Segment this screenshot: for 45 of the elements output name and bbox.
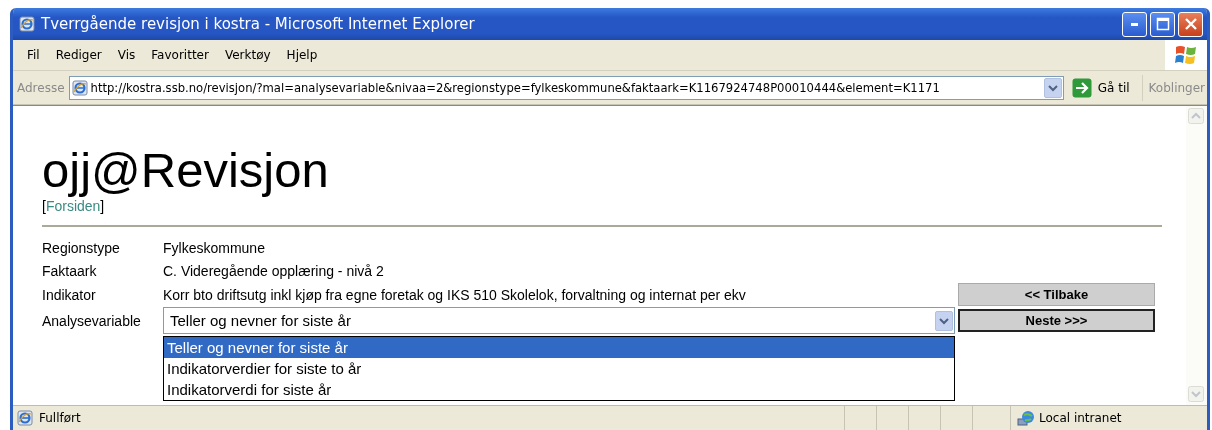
menu-item[interactable]: Vis [111,48,146,62]
field-label: Analysevariable [42,311,142,331]
back-button[interactable]: << Tilbake [958,283,1155,306]
minimize-icon [1131,22,1138,26]
network-globe-icon [1017,410,1035,426]
dropdown-option[interactable]: Teller og nevner for siste år [164,337,954,358]
bracket: [ [42,198,46,214]
security-zone: Local intranet [1039,411,1122,425]
field-label: Regionstype [42,239,121,258]
field-value: Korr bto driftsutg inkl kjøp fra egne foretak og IKS 510 Skolelok, forvaltning og internat per ekv [163,285,747,305]
field-label: Indikator [42,285,97,305]
address-field[interactable]: http://kostra.ssb.no/revisjon/?mal=analysevariable&nivaa=2&regionstype=fylkeskommune&faktaark=K1167924748P00010444&element=K1171 [68,75,1064,100]
field-value: C. Videregående opplæring - nivå 2 [163,262,385,281]
close-icon [1183,17,1198,31]
page-icon [17,410,33,426]
menu-item[interactable]: Rediger [49,48,112,62]
dropdown-button[interactable] [935,310,953,331]
scroll-down-icon [1188,386,1204,402]
minimize-button[interactable] [1122,11,1147,37]
dropdown-option[interactable]: Indikatorverdi for siste år [164,379,954,400]
dropdown-option[interactable]: Indikatorverdier for siste to år [164,358,954,379]
status-text: Fullført [39,411,81,425]
scrollbar[interactable] [1186,106,1207,405]
go-button[interactable]: Gå til [1067,77,1138,98]
dropdown-button[interactable] [1043,77,1062,98]
field-value: Fylkeskommune [163,239,266,258]
address-label: Adresse [17,80,65,95]
arrow-right-icon [1071,77,1092,98]
menu-item[interactable]: Fil [21,48,50,62]
maximize-icon [1155,17,1170,31]
next-button[interactable]: Neste >>> [958,309,1155,332]
browser-icon [19,16,35,32]
bracket: ] [100,198,105,214]
scroll-up-icon [1188,108,1204,124]
menu-item[interactable]: Verktøy [218,48,281,62]
maximize-button[interactable] [1150,11,1175,37]
select-field[interactable]: Teller og nevner for siste år [163,307,955,334]
menu-item[interactable]: Hjelp [280,48,328,62]
page-icon [71,79,88,96]
chevron-down-icon [939,316,949,325]
field-label: Faktaark [42,262,98,281]
close-button[interactable] [1178,11,1203,37]
menu-item[interactable]: Favoritter [145,48,219,62]
chevron-down-icon [1047,83,1058,92]
window-title: Tverrgående revisjon i kostra - Microsoft Internet Explorer [41,15,475,33]
